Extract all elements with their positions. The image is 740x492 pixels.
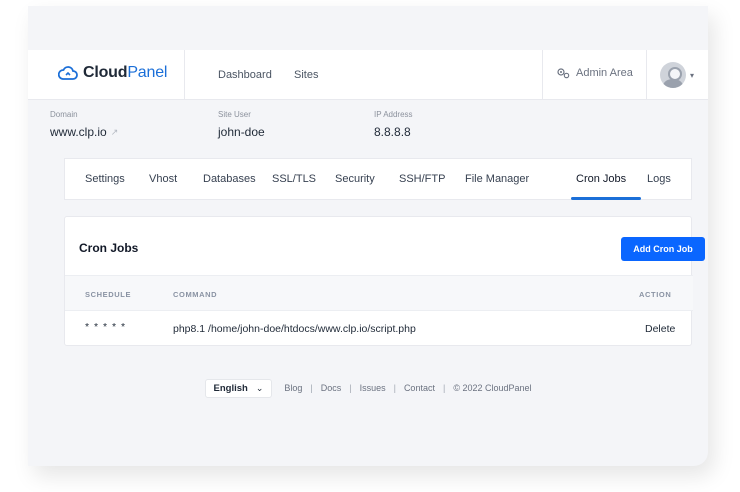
column-header-schedule: SCHEDULE [85,290,132,299]
navbar-divider [542,50,543,100]
footer: English ⌄ Blog | Docs | Issues | Contact… [28,378,708,398]
cloud-logo-icon [58,66,78,80]
settings-gears-icon [557,68,570,79]
cron-command: php8.1 /home/john-doe/htdocs/www.clp.io/… [173,323,416,335]
ip-address-label: IP Address [374,110,413,119]
tab-cron-jobs[interactable]: Cron Jobs [576,173,626,185]
language-select[interactable]: English ⌄ [204,378,273,398]
navbar-divider [646,50,647,100]
footer-copyright: © 2022 CloudPanel [453,383,532,393]
cloudpanel-logo[interactable]: CloudPanel [58,64,167,82]
app-window: CloudPanel Dashboard Sites Admin Area ▾ … [28,6,708,466]
info-domain: Domain www.clp.io ↗ [50,110,118,139]
footer-separator: | [393,383,396,393]
ip-address-value: 8.8.8.8 [374,125,411,139]
footer-link-docs[interactable]: Docs [321,383,342,393]
add-cron-job-button[interactable]: Add Cron Job [621,237,705,261]
column-header-action: ACTION [639,290,672,299]
tab-ssh-ftp[interactable]: SSH/FTP [399,173,445,185]
nav-dashboard[interactable]: Dashboard [218,69,272,81]
navbar-divider [184,50,185,100]
table-header: SCHEDULE COMMAND ACTION [65,275,693,311]
admin-area-link[interactable]: Admin Area [556,67,633,79]
footer-link-contact[interactable]: Contact [404,383,435,393]
external-link-icon[interactable]: ↗ [111,127,119,138]
site-tabs: Settings Vhost Databases SSL/TLS Securit… [64,158,692,200]
avatar [660,62,686,88]
delete-cron-job-button[interactable]: Delete [645,323,675,335]
active-tab-indicator [571,197,641,200]
tab-file-manager[interactable]: File Manager [465,173,529,185]
footer-separator: | [310,383,313,393]
footer-link-blog[interactable]: Blog [284,383,302,393]
info-ip-address: IP Address 8.8.8.8 [374,110,413,139]
user-menu[interactable]: ▾ [660,62,694,88]
chevron-down-icon: ⌄ [255,382,264,393]
tab-vhost[interactable]: Vhost [149,173,177,185]
tab-settings[interactable]: Settings [85,173,125,185]
site-user-value: john-doe [218,125,265,139]
top-navbar: CloudPanel Dashboard Sites Admin Area ▾ [28,50,708,100]
domain-value[interactable]: www.clp.io [50,125,107,139]
logo-text: CloudPanel [83,64,168,81]
nav-sites[interactable]: Sites [294,69,318,81]
site-user-label: Site User [218,110,251,119]
language-value: English [213,382,248,394]
cron-schedule: * * * * * [85,321,127,333]
footer-link-issues[interactable]: Issues [360,383,386,393]
domain-label: Domain [50,110,78,119]
tab-logs[interactable]: Logs [647,173,671,185]
tab-databases[interactable]: Databases [203,173,256,185]
admin-area-label: Admin Area [576,67,633,79]
info-site-user: Site User john-doe [218,110,265,139]
tab-security[interactable]: Security [335,173,375,185]
tab-ssl-tls[interactable]: SSL/TLS [272,173,316,185]
cron-jobs-title: Cron Jobs [79,241,139,255]
domain-value-row: www.clp.io ↗ [50,125,118,139]
column-header-command: COMMAND [173,290,218,299]
chevron-down-icon: ▾ [690,70,695,80]
cron-jobs-card: Cron Jobs Add Cron Job SCHEDULE COMMAND … [64,216,705,346]
footer-separator: | [442,383,446,393]
footer-separator: | [349,383,352,393]
